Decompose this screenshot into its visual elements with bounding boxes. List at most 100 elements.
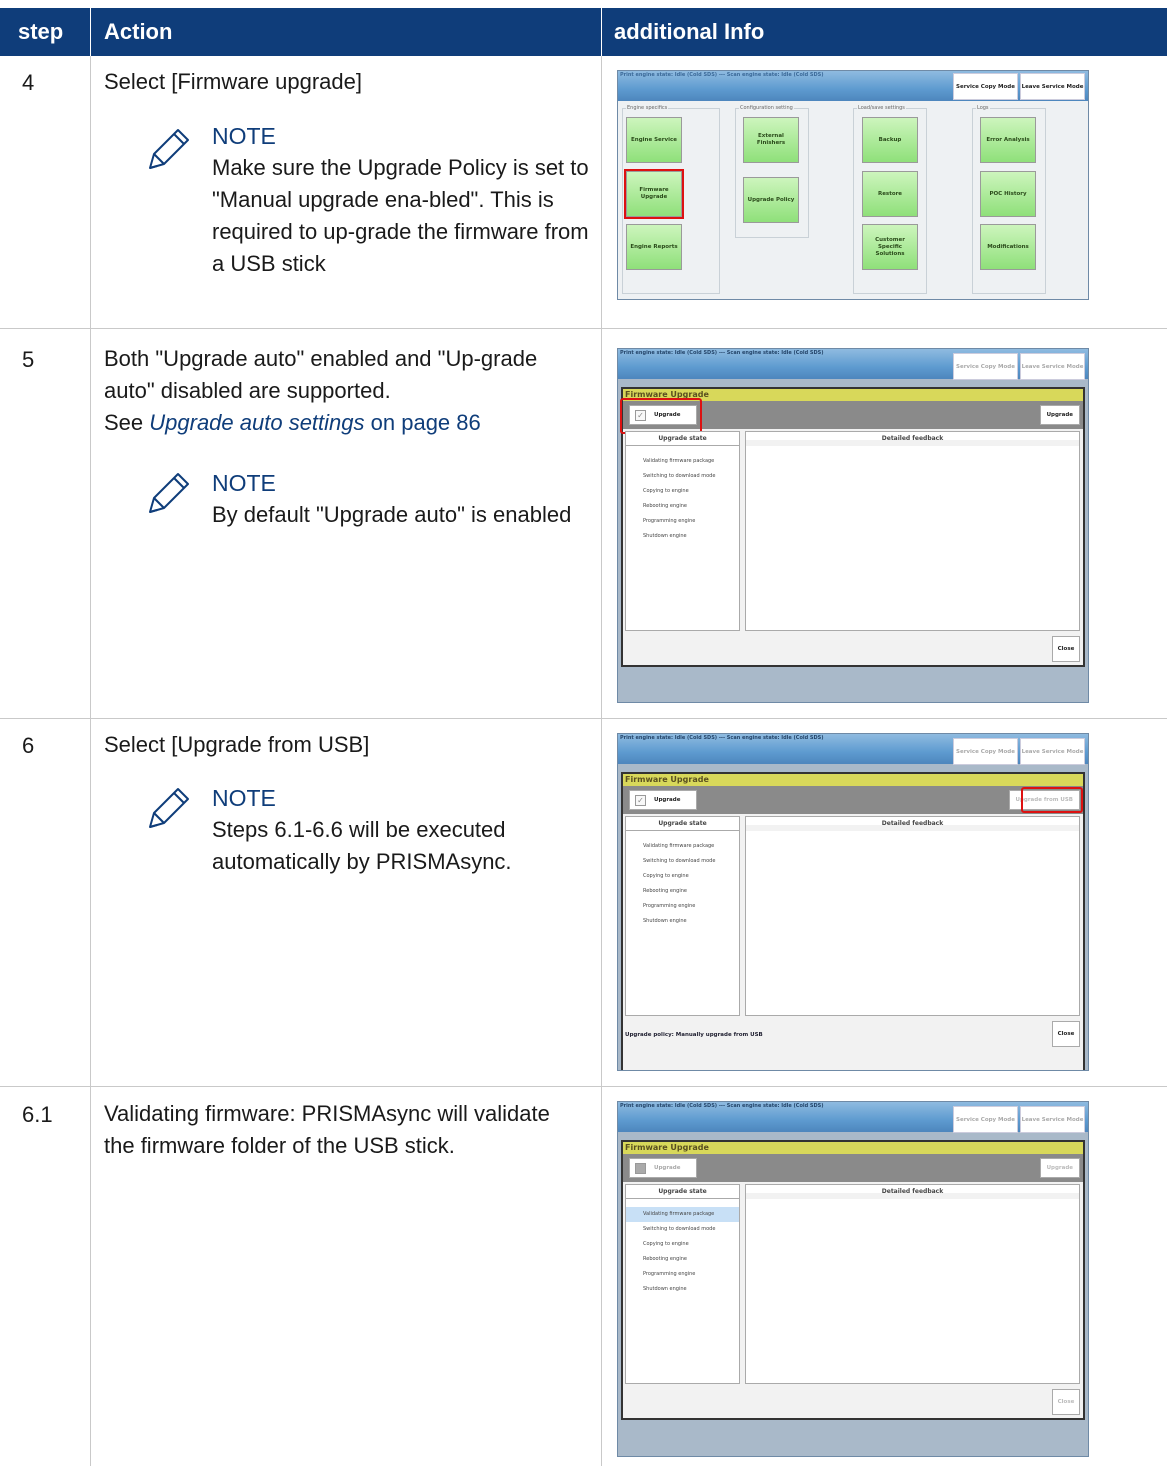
list-item: Validating firmware package: [626, 1207, 739, 1222]
group-label: Logs: [976, 105, 990, 111]
status-bar: Print engine state: Idle (Cold SDS) --- …: [618, 349, 1088, 380]
action-line: Both "Upgrade auto" enabled and "Up-grad…: [104, 346, 538, 403]
service-copy-mode-button[interactable]: Service Copy Mode: [953, 1106, 1018, 1133]
note-title: NOTE: [212, 470, 276, 496]
dialog-title: Firmware Upgrade: [623, 1142, 1083, 1154]
upgrade-button[interactable]: Upgrade: [1039, 405, 1080, 425]
error-analysis-button[interactable]: Error Analysis: [980, 117, 1036, 163]
header-action: Action: [104, 19, 173, 44]
group-label: Load/save settings: [857, 105, 906, 111]
upgrade-auto-toggle[interactable]: Upgrade auto: [629, 1158, 697, 1190]
page-reference[interactable]: on page 86: [365, 410, 481, 435]
note-title: NOTE: [212, 123, 276, 149]
action-text: Select [Upgrade from USB]: [104, 732, 370, 757]
close-button[interactable]: Close: [1052, 1389, 1080, 1415]
dialog-toolbar: ✓ Upgrade auto Upgrade from USB: [623, 786, 1083, 822]
upgrade-state-header: Upgrade state: [626, 1185, 739, 1199]
list-item: Copying to engine: [643, 873, 689, 879]
list-item: Validating firmware package: [643, 458, 715, 464]
header-step: step: [18, 19, 64, 44]
group-label: Engine specifics: [626, 105, 669, 111]
detailed-feedback-column: Detailed feedback: [745, 816, 1080, 1016]
list-item: Shutdown engine: [643, 918, 687, 924]
note-pencil-icon: [149, 473, 189, 513]
leave-service-mode-button[interactable]: Leave Service Mode: [1020, 738, 1085, 765]
list-item: Copying to engine: [643, 488, 689, 494]
divider: [601, 8, 602, 56]
leave-service-mode-button[interactable]: Leave Service Mode: [1020, 353, 1085, 380]
close-button[interactable]: Close: [1052, 1021, 1080, 1047]
screenshot-validating-firmware: Print engine state: Idle (Cold SDS) --- …: [617, 1101, 1089, 1457]
note-pencil-icon: [149, 129, 189, 169]
status-text: Print engine state: Idle (Cold SDS) --- …: [620, 350, 824, 356]
screenshot-firmware-upgrade-dialog: Print engine state: Idle (Cold SDS) --- …: [617, 348, 1089, 703]
modifications-button[interactable]: Modifications: [980, 224, 1036, 270]
status-text: Print engine state: Idle (Cold SDS) --- …: [620, 72, 824, 78]
step-number: 5: [22, 347, 35, 372]
highlight-box: [620, 398, 702, 434]
checkbox-icon: ✓: [635, 795, 646, 806]
leave-service-mode-button[interactable]: Leave Service Mode: [1020, 73, 1085, 100]
firmware-upgrade-dialog: Firmware Upgrade ✓ Upgrade auto Upgrade …: [621, 772, 1085, 1070]
close-button[interactable]: Close: [1052, 636, 1080, 662]
detailed-feedback-header: Detailed feedback: [746, 817, 1079, 831]
list-item: Copying to engine: [643, 1241, 689, 1247]
upgrade-policy-button[interactable]: Upgrade Policy: [743, 177, 799, 223]
leave-service-mode-button[interactable]: Leave Service Mode: [1020, 1106, 1085, 1133]
note-block: NOTE Steps 6.1-6.6 will be executed auto…: [212, 782, 592, 878]
poc-history-button[interactable]: POC History: [980, 171, 1036, 217]
divider: [90, 8, 91, 56]
upgrade-state-column: Upgrade state Validating firmware packag…: [625, 431, 740, 631]
note-title: NOTE: [212, 785, 276, 811]
firmware-upgrade-button[interactable]: Firmware Upgrade: [624, 169, 684, 219]
list-item: Switching to download mode: [643, 1226, 716, 1232]
checkbox-icon: [635, 1163, 646, 1174]
status-bar: Print engine state: Idle (Cold SDS) --- …: [618, 71, 1088, 101]
action-see: See: [104, 410, 150, 435]
list-item: Programming engine: [643, 1271, 696, 1277]
status-bar: Print engine state: Idle (Cold SDS) --- …: [618, 1102, 1088, 1133]
service-copy-mode-button[interactable]: Service Copy Mode: [953, 73, 1018, 100]
firmware-upgrade-dialog: Firmware Upgrade Upgrade auto Upgrade Up…: [621, 1140, 1085, 1420]
list-item: Switching to download mode: [643, 858, 716, 864]
backup-button[interactable]: Backup: [862, 117, 918, 163]
upgrade-auto-toggle[interactable]: ✓ Upgrade auto: [629, 790, 697, 822]
step-number: 4: [22, 70, 35, 95]
highlight-box: [1021, 787, 1083, 813]
engine-reports-button[interactable]: Engine Reports: [626, 224, 682, 270]
list-item: Rebooting engine: [643, 1256, 687, 1262]
service-copy-mode-button[interactable]: Service Copy Mode: [953, 738, 1018, 765]
detailed-feedback-header: Detailed feedback: [746, 1185, 1079, 1199]
list-item: Rebooting engine: [643, 503, 687, 509]
list-item: Shutdown engine: [643, 533, 687, 539]
upgrade-state-column: Upgrade state Validating firmware packag…: [625, 816, 740, 1016]
dialog-toolbar: Upgrade auto Upgrade: [623, 1154, 1083, 1190]
step-number: 6.1: [22, 1102, 53, 1127]
list-item: Programming engine: [643, 518, 696, 524]
action-text: Validating firmware: PRISMAsync will val…: [104, 1101, 550, 1158]
table-header: step Action additional Info: [0, 8, 1167, 56]
restore-button[interactable]: Restore: [862, 171, 918, 217]
header-info: additional Info: [614, 19, 765, 44]
status-text: Print engine state: Idle (Cold SDS) --- …: [620, 735, 824, 741]
upgrade-auto-settings-link[interactable]: Upgrade auto settings: [149, 410, 364, 435]
upgrade-state-header: Upgrade state: [626, 432, 739, 446]
status-text: Print engine state: Idle (Cold SDS) --- …: [620, 1103, 824, 1109]
engine-service-button[interactable]: Engine Service: [626, 117, 682, 163]
screenshot-upgrade-from-usb: Print engine state: Idle (Cold SDS) --- …: [617, 733, 1089, 1071]
detailed-feedback-header: Detailed feedback: [746, 432, 1079, 446]
list-item: Shutdown engine: [643, 1286, 687, 1292]
customer-solutions-button[interactable]: Customer Specific Solutions: [862, 224, 918, 270]
list-item: Programming engine: [643, 903, 696, 909]
dialog-title: Firmware Upgrade: [623, 774, 1083, 786]
upgrade-button[interactable]: Upgrade: [1039, 1158, 1080, 1178]
service-copy-mode-button[interactable]: Service Copy Mode: [953, 353, 1018, 380]
note-block: NOTE By default "Upgrade auto" is enable…: [212, 467, 592, 531]
firmware-upgrade-dialog: Firmware Upgrade ✓ Upgrade auto Upgrade …: [620, 387, 1085, 667]
screenshot-service-menu: Print engine state: Idle (Cold SDS) --- …: [617, 70, 1089, 300]
note-block: NOTE Make sure the Upgrade Policy is set…: [212, 120, 592, 280]
step-number: 6: [22, 733, 35, 758]
list-item: Switching to download mode: [643, 473, 716, 479]
external-finishers-button[interactable]: External Finishers: [743, 117, 799, 163]
note-text: Make sure the Upgrade Policy is set to "…: [212, 155, 589, 276]
